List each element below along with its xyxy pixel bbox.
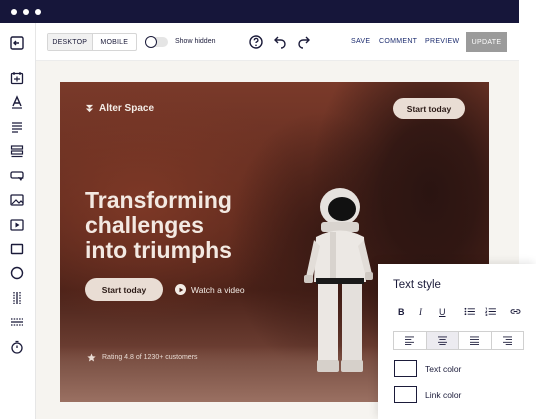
nav-start-today-button[interactable]: Start today: [393, 98, 465, 119]
divider-icon[interactable]: [9, 314, 25, 330]
align-center-icon: [437, 336, 447, 345]
window-titlebar: [0, 0, 519, 23]
device-option-mobile[interactable]: MOBILE: [93, 34, 137, 50]
align-right-button[interactable]: [492, 332, 524, 349]
redo-icon[interactable]: [297, 35, 311, 49]
text-color-swatch[interactable]: [394, 360, 417, 377]
button-icon[interactable]: [9, 168, 25, 184]
timer-icon[interactable]: [9, 339, 25, 355]
list-icon[interactable]: [9, 143, 25, 159]
align-justify-button[interactable]: [459, 332, 492, 349]
panel-title: Text style: [393, 279, 441, 291]
text-icon[interactable]: [9, 94, 25, 110]
link-color-label: Link color: [425, 390, 462, 400]
brand-logo[interactable]: Alter Space: [85, 103, 154, 114]
toggle-knob: [145, 36, 157, 48]
play-icon: [175, 284, 186, 295]
video-icon[interactable]: [9, 217, 25, 233]
text-color-label: Text color: [425, 364, 462, 374]
text-style-panel: Text style B I U Text color Link color: [378, 264, 536, 419]
italic-button[interactable]: I: [419, 307, 422, 317]
customer-rating: Rating 4.8 of 1230+ customers: [87, 353, 198, 362]
numbered-list-icon[interactable]: [484, 307, 496, 318]
bold-button[interactable]: B: [398, 307, 405, 317]
watch-video-link[interactable]: Watch a video: [175, 284, 245, 295]
preview-button[interactable]: PREVIEW: [425, 38, 459, 45]
hero-start-today-button[interactable]: Start today: [85, 278, 163, 301]
link-icon[interactable]: [510, 307, 521, 318]
window-dot[interactable]: [11, 9, 17, 15]
editor-toolbar: DESKTOP MOBILE Show hidden SAVE COMMENT …: [36, 23, 519, 61]
columns-icon[interactable]: [9, 290, 25, 306]
help-icon[interactable]: [249, 35, 263, 49]
update-button[interactable]: UPDATE: [466, 32, 507, 52]
align-center-button[interactable]: [426, 332, 459, 349]
save-button[interactable]: SAVE: [351, 38, 370, 45]
shape-icon[interactable]: [9, 265, 25, 281]
show-hidden-label: Show hidden: [175, 38, 216, 45]
headline-line: Transforming: [85, 187, 232, 213]
section-icon[interactable]: [9, 70, 25, 86]
astronaut-illustration: [304, 188, 373, 372]
watch-video-label: Watch a video: [191, 284, 245, 295]
align-left-button[interactable]: [394, 332, 427, 349]
device-toggle: DESKTOP MOBILE: [47, 33, 137, 51]
headline-line: into triumphs: [85, 237, 232, 263]
headline-line: challenges: [85, 212, 204, 238]
align-right-icon: [502, 336, 512, 345]
alignment-group: [393, 331, 524, 350]
bullet-list-icon[interactable]: [464, 307, 475, 318]
hero-headline[interactable]: Transforming challenges into triumphs: [85, 188, 315, 263]
element-sidebar: [0, 23, 36, 419]
align-justify-icon: [470, 336, 480, 345]
align-left-icon: [405, 336, 415, 345]
exit-icon[interactable]: [9, 35, 25, 51]
link-color-swatch[interactable]: [394, 386, 417, 403]
star-icon: [87, 353, 96, 362]
brand-mark-icon: [85, 104, 94, 113]
paragraph-icon[interactable]: [9, 119, 25, 135]
window-dot[interactable]: [23, 9, 29, 15]
undo-icon[interactable]: [273, 35, 287, 49]
device-option-desktop[interactable]: DESKTOP: [48, 34, 93, 50]
show-hidden-toggle[interactable]: [145, 36, 168, 48]
underline-button[interactable]: U: [439, 307, 446, 317]
brand-name: Alter Space: [99, 103, 155, 114]
comment-button[interactable]: COMMENT: [379, 38, 417, 45]
image-icon[interactable]: [9, 192, 25, 208]
box-icon[interactable]: [9, 241, 25, 257]
window-dot[interactable]: [35, 9, 41, 15]
rating-text: Rating 4.8 of 1230+ customers: [102, 354, 198, 361]
